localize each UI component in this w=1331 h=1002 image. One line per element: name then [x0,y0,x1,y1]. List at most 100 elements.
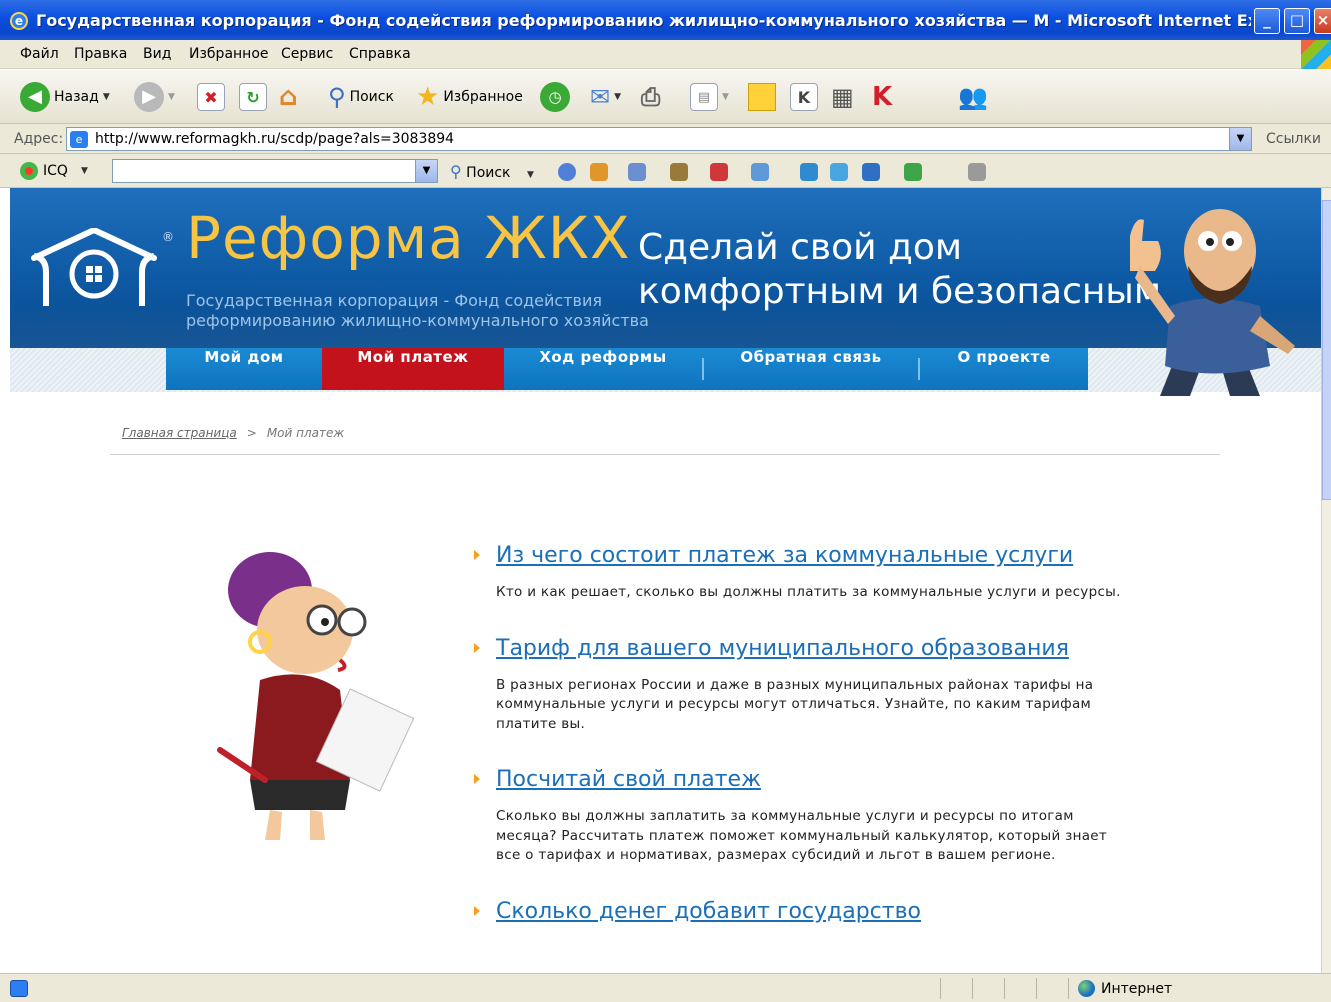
research-button[interactable]: ▦ [831,79,854,115]
nav-tab-my-payment[interactable]: Мой платеж [322,348,504,390]
icq-flower-icon [20,162,38,180]
window-titlebar[interactable]: e Государственная корпорация - Фонд соде… [0,0,1331,44]
topic-description: Сколько вы должны заплатить за коммуналь… [496,808,1108,863]
forward-button[interactable]: ▶ ▼ [134,79,175,115]
bullet-arrow-icon [474,642,480,653]
icq-toolbar: ICQ ▼ ▼ ⚲ Поиск ▼ [0,154,1331,188]
globe-icon[interactable] [558,163,576,181]
menu-view[interactable]: Вид [143,46,171,62]
favorites-button[interactable]: ★ Избранное [416,79,523,115]
dropdown-arrow-icon[interactable]: ▼ [168,92,175,102]
menu-bar: Файл Правка Вид Избранное Сервис Справка [0,40,1331,69]
messenger-users-icon: 👥 [958,83,988,111]
scrollbar-thumb[interactable] [1322,200,1331,500]
options-icon[interactable] [968,163,986,181]
vertical-scrollbar[interactable] [1321,188,1331,973]
site-brand-title[interactable]: Реформа ЖКХ [186,204,631,272]
notes-button[interactable] [748,79,776,115]
list-item: Тариф для вашего муниципального образова… [474,636,1134,735]
dropdown-arrow-icon[interactable]: ▼ [614,92,621,102]
icq-search-input[interactable]: ▼ [112,159,438,183]
stop-button[interactable]: ✖ [197,79,225,115]
print-button[interactable]: ⎙ [641,79,660,115]
address-bar: Адрес: e http://www.reformagkh.ru/scdp/p… [0,124,1331,154]
dropdown-arrow-icon[interactable]: ▼ [81,166,88,176]
dropdown-arrow-icon[interactable]: ▼ [527,170,534,180]
kaspersky-k-button[interactable]: K [790,79,818,115]
find-user-icon[interactable] [862,163,880,181]
breadcrumb: Главная страница > Мой платеж [122,426,344,440]
security-zone[interactable]: Интернет [1078,980,1172,997]
maximize-button[interactable]: □ [1284,8,1310,34]
nav-tab-reform-progress[interactable]: Ход реформы [504,348,702,390]
search-icon: ⚲ [450,162,462,181]
nav-tab-about[interactable]: О проекте [920,348,1088,390]
topic-description: В разных регионах России и даже в разных… [496,676,1094,732]
mail-icon: ✉ [590,83,611,111]
chat-icon[interactable] [628,163,646,181]
mail-button[interactable]: ✉ ▼ [590,79,621,115]
breadcrumb-home-link[interactable]: Главная страница [122,426,237,440]
menu-help[interactable]: Справка [349,46,411,62]
menu-edit[interactable]: Правка [74,46,127,62]
games-icon[interactable] [670,163,688,181]
slogan-line-1: Сделай свой дом [638,227,963,268]
status-divider [1068,978,1069,999]
icq-search-button[interactable]: ⚲ Поиск ▼ [450,162,534,181]
page-viewport: ® Реформа ЖКХ Государственная корпорация… [0,188,1321,973]
status-bar: Интернет [0,973,1331,1002]
links-button[interactable]: Ссылки [1266,131,1321,147]
address-dropdown-icon[interactable]: ▼ [1229,128,1251,150]
address-input[interactable]: e http://www.reformagkh.ru/scdp/page?als… [66,127,1252,151]
cards-icon[interactable] [710,163,728,181]
menu-tools[interactable]: Сервис [281,46,333,62]
edit-button[interactable]: ▤ ▼ [690,79,729,115]
topic-link[interactable]: Тариф для вашего муниципального образова… [496,636,1069,661]
home-button[interactable]: ⌂ [279,79,298,115]
topic-description: Кто и как решает, сколько вы должны плат… [496,584,1121,600]
list-item: Посчитай свой платеж Сколько вы должны з… [474,768,1134,866]
divider-line [110,454,1220,455]
mascot-man-thumbs-up-illustration [1130,209,1295,396]
topic-link[interactable]: Из чего состоит платеж за коммунальные у… [496,544,1073,568]
kaspersky-button[interactable]: K [872,79,892,115]
house-logo-icon[interactable] [28,228,160,308]
search-button[interactable]: ⚲ Поиск [328,79,394,115]
people-icon[interactable] [590,163,608,181]
icq-search-dropdown-icon[interactable]: ▼ [415,160,437,182]
history-icon: ◷ [540,82,570,112]
add-user-icon[interactable] [830,163,848,181]
icq-search-label: Поиск [466,165,511,181]
minimize-button[interactable]: _ [1254,8,1280,34]
close-button[interactable]: × [1314,8,1331,34]
menu-favorites[interactable]: Избранное [189,46,269,62]
status-divider [940,978,941,999]
back-button[interactable]: ◀ Назад ▼ [20,79,110,115]
edit-icon: ▤ [690,83,718,111]
user-icon[interactable] [800,163,818,181]
address-label: Адрес: [14,131,64,147]
internet-explorer-icon: e [10,12,28,30]
weather-icon[interactable] [751,163,769,181]
notes-icon[interactable] [904,163,922,181]
bullet-arrow-icon [474,905,480,916]
list-item: Сколько денег добавит государство [474,899,1134,924]
icq-button[interactable]: ICQ ▼ [20,162,88,180]
nav-tab-feedback[interactable]: Обратная связь [704,348,918,390]
address-url[interactable]: http://www.reformagkh.ru/scdp/page?als=3… [95,131,454,147]
menu-file[interactable]: Файл [20,46,59,62]
refresh-button[interactable]: ↻ [239,79,267,115]
nav-tab-my-home[interactable]: Мой дом [166,348,322,390]
stop-icon: ✖ [197,83,225,111]
dropdown-arrow-icon[interactable]: ▼ [722,92,729,102]
messenger-button[interactable]: 👥 [958,79,988,115]
zone-label: Интернет [1101,980,1173,997]
history-button[interactable]: ◷ [540,79,570,115]
list-item: Из чего состоит платеж за коммунальные у… [474,544,1134,603]
topic-link[interactable]: Сколько денег добавит государство [496,899,921,924]
site-brand-subtitle: Государственная корпорация - Фонд содейс… [186,291,649,330]
search-label: Поиск [349,89,394,105]
dropdown-arrow-icon[interactable]: ▼ [103,92,110,102]
bullet-arrow-icon [474,550,480,560]
topic-link[interactable]: Посчитай свой платеж [496,768,761,792]
